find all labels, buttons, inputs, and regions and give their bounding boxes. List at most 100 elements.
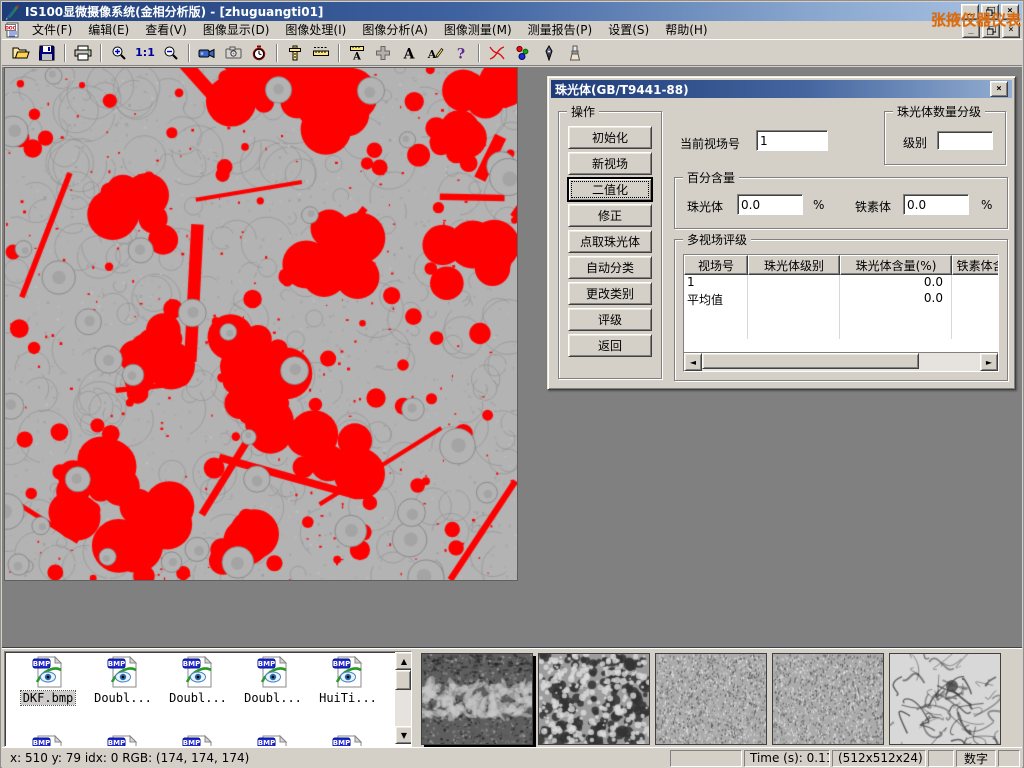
menu-item-1[interactable]: 文件(F) — [24, 20, 80, 40]
snapshot-button[interactable] — [220, 41, 246, 65]
video-capture-button[interactable] — [194, 41, 220, 65]
file-item-2[interactable]: BMPDoubl... — [86, 655, 160, 705]
pearlite-percent-input[interactable] — [737, 194, 803, 215]
multifield-group: 多视场评级 视场号珠光体级别珠光体含量(%)铁素体含量(%) 10.0平均值0.… — [674, 239, 1008, 381]
op-button-5[interactable]: 点取珠光体 — [568, 230, 652, 253]
menu-item-3[interactable]: 查看(V) — [137, 20, 195, 40]
timer-button[interactable] — [246, 41, 272, 65]
svg-text:BMP: BMP — [33, 739, 50, 747]
menu-item-7[interactable]: 图像测量(M) — [436, 20, 520, 40]
scroll-right-icon[interactable]: ► — [980, 353, 998, 371]
table-row-4[interactable] — [684, 323, 998, 339]
actual-size-button[interactable]: 1:1 — [132, 41, 158, 65]
specimen-thumbnail-3[interactable] — [655, 653, 767, 745]
toolbar-separator — [188, 44, 190, 62]
file-item-row2-4[interactable]: BMP — [236, 734, 310, 747]
pen-button[interactable] — [536, 41, 562, 65]
help-button[interactable]: ? — [448, 41, 474, 65]
grading-group: 珠光体数量分级 级别 — [884, 111, 1006, 165]
specimen-thumbnail-4[interactable] — [772, 653, 884, 745]
move-cross-button[interactable] — [370, 41, 396, 65]
ferrite-percent-input[interactable] — [903, 194, 969, 215]
zoom-out-button[interactable] — [158, 41, 184, 65]
file-item-5[interactable]: BMPHuiTi... — [311, 655, 385, 705]
zoom-in-button[interactable] — [106, 41, 132, 65]
table-col-header-3[interactable]: 珠光体含量(%) — [840, 255, 952, 275]
file-item-row2-3[interactable]: BMP — [161, 734, 235, 747]
table-cell — [840, 307, 952, 323]
scroll-thumb[interactable] — [702, 353, 919, 369]
file-item-row2-5[interactable]: BMP — [311, 734, 385, 747]
table-row-1[interactable]: 10.0 — [684, 275, 998, 291]
level-input[interactable] — [937, 131, 993, 150]
save-button[interactable] — [34, 41, 60, 65]
file-item-1[interactable]: BMPDKF.bmp — [11, 655, 85, 705]
brush-button[interactable] — [562, 41, 588, 65]
current-field-input[interactable] — [756, 130, 828, 151]
menu-item-9[interactable]: 设置(S) — [600, 20, 657, 40]
file-listbox[interactable]: ▲ ▼ BMPDKF.bmp BMP BMPDoubl... BMP BMPDoubl.… — [4, 651, 412, 747]
op-button-4[interactable]: 修正 — [568, 204, 652, 227]
scroll-up-icon[interactable]: ▲ — [395, 652, 412, 670]
op-button-2[interactable]: 新视场 — [568, 152, 652, 175]
op-button-9[interactable]: 返回 — [568, 334, 652, 357]
scroll-left-icon[interactable]: ◄ — [684, 353, 702, 371]
file-name: HuiTi... — [317, 691, 379, 705]
file-item-3[interactable]: BMPDoubl... — [161, 655, 235, 705]
count-tool-button[interactable] — [510, 41, 536, 65]
ruler-button[interactable] — [308, 41, 334, 65]
multifield-legend: 多视场评级 — [683, 231, 751, 248]
open-file-button[interactable] — [8, 41, 34, 65]
micrograph-binarized-image[interactable] — [4, 67, 518, 581]
file-item-row2-1[interactable]: BMP — [11, 734, 85, 747]
op-button-3[interactable]: 二值化 — [568, 178, 652, 201]
dialog-title-bar[interactable]: 珠光体(GB/T9441-88) × — [551, 80, 1012, 98]
menu-item-10[interactable]: 帮助(H) — [657, 20, 715, 40]
dialog-close-icon[interactable]: × — [990, 81, 1008, 97]
window-close-button[interactable]: × — [1001, 4, 1019, 20]
bmp-file-icon: BMP — [236, 734, 310, 747]
table-col-header-2[interactable]: 珠光体级别 — [748, 255, 840, 275]
edit-text-button[interactable]: A — [422, 41, 448, 65]
menu-item-2[interactable]: 编辑(E) — [80, 20, 137, 40]
specimen-thumbnail-2[interactable] — [538, 653, 650, 745]
mdi-close-button[interactable]: × — [1002, 22, 1020, 38]
curve-tool-button[interactable] — [484, 41, 510, 65]
table-row-3[interactable] — [684, 307, 998, 323]
file-list-scrollbar[interactable]: ▲ ▼ — [395, 652, 411, 744]
op-button-7[interactable]: 更改类别 — [568, 282, 652, 305]
svg-text:BMP: BMP — [258, 739, 275, 747]
menu-item-4[interactable]: 图像显示(D) — [195, 20, 278, 40]
caliper-button[interactable] — [282, 41, 308, 65]
menu-item-6[interactable]: 图像分析(A) — [354, 20, 436, 40]
specimen-thumbnail-1[interactable] — [421, 653, 533, 745]
table-cell: 0.0 — [840, 275, 952, 291]
menu-item-8[interactable]: 测量报告(P) — [520, 20, 601, 40]
op-button-1[interactable]: 初始化 — [568, 126, 652, 149]
document-icon[interactable]: DOC — [5, 22, 20, 38]
print-button[interactable] — [70, 41, 96, 65]
mdi-minimize-button[interactable]: _ — [962, 22, 980, 38]
status-bar: x: 510 y: 79 idx: 0 RGB: (174, 174, 174)… — [2, 747, 1022, 768]
measure-text-button[interactable]: A — [344, 41, 370, 65]
menu-item-5[interactable]: 图像处理(I) — [277, 20, 354, 40]
file-item-4[interactable]: BMPDoubl... — [236, 655, 310, 705]
specimen-thumbnail-5[interactable] — [889, 653, 1001, 745]
op-button-6[interactable]: 自动分类 — [568, 256, 652, 279]
text-button[interactable]: A — [396, 41, 422, 65]
table-col-header-4[interactable]: 铁素体含量(%) — [952, 255, 999, 275]
scroll-down-icon[interactable]: ▼ — [395, 726, 412, 744]
table-cell — [748, 307, 840, 323]
table-col-header-1[interactable]: 视场号 — [684, 255, 748, 275]
window-restore-button[interactable] — [981, 4, 999, 20]
op-button-8[interactable]: 评级 — [568, 308, 652, 331]
table-horizontal-scrollbar[interactable]: ◄ ► — [684, 352, 998, 371]
mdi-restore-button[interactable] — [982, 22, 1000, 38]
window-minimize-button[interactable]: _ — [961, 4, 979, 20]
scroll-thumb[interactable] — [395, 670, 411, 690]
text-icon: A — [402, 45, 416, 61]
table-row-2[interactable]: 平均值0.0 — [684, 291, 998, 307]
file-item-row2-2[interactable]: BMP — [86, 734, 160, 747]
table-body[interactable]: 10.0平均值0.0 — [684, 275, 998, 352]
bmp-file-icon: BMP — [161, 734, 235, 747]
